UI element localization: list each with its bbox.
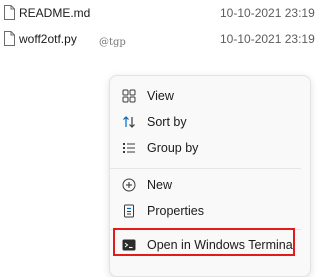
list-icon (123, 143, 135, 153)
watermark: @tgp (99, 37, 126, 48)
grid-icon (122, 89, 136, 103)
menu-item-new[interactable]: New (110, 173, 301, 197)
menu-item-label: Sort by (147, 115, 187, 129)
menu-separator (110, 168, 301, 169)
sort-arrows-icon (123, 116, 135, 128)
document-icon (4, 5, 15, 20)
properties-icon (124, 204, 134, 218)
plus-circle-icon (122, 178, 136, 192)
menu-item-group-by[interactable]: Group by (110, 136, 301, 160)
menu-item-view[interactable]: View (110, 84, 301, 108)
menu-item-label: Properties (147, 204, 204, 218)
menu-item-label: Group by (147, 141, 199, 155)
file-name: woff2otf.py (19, 32, 77, 46)
file-name: README.md (19, 6, 91, 20)
file-row-readme[interactable]: README.md 10-10-2021 23:19 (0, 2, 315, 24)
menu-item-sort-by[interactable]: Sort by (110, 110, 301, 134)
menu-item-label: New (147, 178, 173, 192)
document-icon (4, 31, 15, 46)
menu-item-properties[interactable]: Properties (110, 199, 301, 223)
menu-item-label: View (147, 89, 174, 103)
highlight-box (113, 228, 295, 256)
file-row-woff2otf[interactable]: woff2otf.py 10-10-2021 23:19 (0, 28, 315, 50)
file-modified-date: 10-10-2021 23:19 (220, 6, 315, 20)
file-modified-date: 10-10-2021 23:19 (220, 32, 315, 46)
